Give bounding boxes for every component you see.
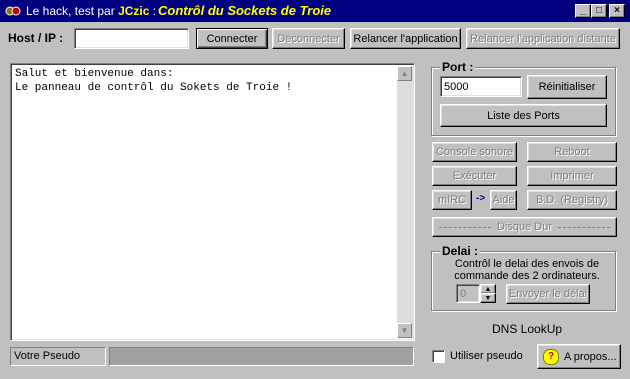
- dns-lookup-label[interactable]: DNS LookUp: [492, 322, 562, 336]
- help-icon: ?: [543, 348, 559, 365]
- mirc-button[interactable]: mIRC: [432, 190, 472, 210]
- pseudo-label: Votre Pseudo: [10, 347, 106, 366]
- use-pseudo-checkbox[interactable]: [432, 350, 445, 363]
- maximize-button[interactable]: □: [591, 4, 607, 18]
- arrow-icon: ->: [476, 193, 486, 204]
- spin-down-icon[interactable]: ▼: [480, 293, 496, 303]
- close-button[interactable]: ×: [609, 4, 625, 18]
- title-bar[interactable]: Le hack, test par JCzic : Contrôl du Soc…: [0, 0, 630, 22]
- reboot-button[interactable]: Reboot: [527, 142, 617, 162]
- port-list-button[interactable]: Liste des Ports: [440, 104, 607, 127]
- disque-dur-label: Disque Dur: [496, 221, 553, 233]
- disque-dur-button[interactable]: Disque Dur: [432, 217, 617, 237]
- restart-remote-button[interactable]: Relancer l'application distante: [466, 28, 620, 49]
- use-pseudo-label: Utiliser pseudo: [450, 350, 523, 362]
- aide-button[interactable]: Aide: [490, 190, 517, 210]
- reset-port-button[interactable]: Réinitialiser: [527, 75, 607, 99]
- scroll-up-icon[interactable]: ▲: [397, 66, 412, 81]
- delai-input[interactable]: [456, 284, 480, 303]
- connect-button[interactable]: Connecter: [196, 28, 268, 49]
- scroll-down-icon[interactable]: ▼: [397, 323, 412, 338]
- delai-description: Contrôl le delai des envois de commande …: [454, 258, 600, 282]
- title-author: JCzic: [118, 4, 150, 18]
- delai-spinner[interactable]: ▲ ▼: [480, 284, 496, 303]
- restart-app-button[interactable]: Relancer l'application: [350, 28, 461, 49]
- host-input[interactable]: [74, 28, 189, 49]
- console-sonore-button[interactable]: Console sonore: [432, 142, 517, 162]
- minimize-button[interactable]: _: [575, 4, 591, 18]
- port-group-title: Port :: [440, 60, 476, 74]
- executer-button[interactable]: Exécuter: [432, 166, 517, 186]
- registry-button[interactable]: B.D. (Registry): [527, 190, 617, 210]
- imprimer-button[interactable]: Imprimer: [527, 166, 617, 186]
- host-label: Host / IP :: [8, 31, 64, 45]
- about-label: A propos...: [564, 350, 617, 363]
- console-text: Salut et bienvenue dans: Le panneau de c…: [15, 68, 293, 94]
- console-scrollbar[interactable]: ▲ ▼: [397, 66, 413, 338]
- send-delai-button[interactable]: Envoyer le délai: [506, 284, 590, 304]
- title-prefix: Le hack, test par JCzic :: [26, 4, 157, 18]
- app-icon: [5, 6, 21, 16]
- disconnect-button[interactable]: Deconnecter: [272, 28, 345, 49]
- delai-group-title: Delai :: [440, 244, 481, 258]
- pseudo-value-field[interactable]: [109, 347, 414, 366]
- divider-right: [558, 226, 610, 228]
- window-title: Contrôl du Sockets de Troie: [158, 3, 332, 18]
- about-button[interactable]: ? A propos...: [537, 344, 621, 369]
- console-output[interactable]: Salut et bienvenue dans: Le panneau de c…: [10, 63, 415, 341]
- port-input[interactable]: [440, 76, 522, 97]
- divider-left: [439, 226, 491, 228]
